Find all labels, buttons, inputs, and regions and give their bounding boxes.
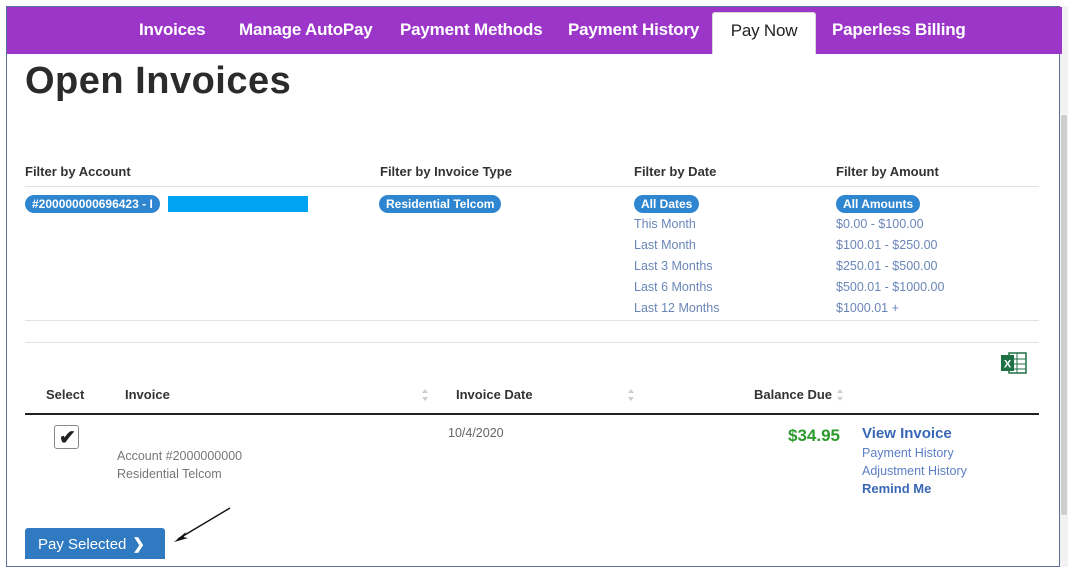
scrollbar-thumb[interactable] [1061, 115, 1067, 515]
redacted-account-name [168, 196, 308, 212]
filter-amount-option[interactable]: $500.01 - $1000.00 [836, 280, 944, 294]
balance-due-amount: $34.95 [788, 426, 840, 445]
tab-payment-methods[interactable]: Payment Methods [400, 7, 543, 54]
annotation-arrow-icon [174, 507, 231, 542]
view-invoice-link[interactable]: View Invoice [862, 425, 952, 442]
filter-divider-top [25, 186, 1039, 187]
sort-icon[interactable] [627, 386, 635, 404]
pay-selected-button[interactable]: Pay Selected ❯ [25, 528, 165, 559]
filter-date-option[interactable]: This Month [634, 217, 696, 231]
filter-date-heading: Filter by Date [634, 164, 717, 179]
tab-payment-history[interactable]: Payment History [568, 7, 699, 54]
filter-amount-option[interactable]: $0.00 - $100.00 [836, 217, 924, 231]
invoice-select-checkbox[interactable]: ✔ [54, 425, 79, 449]
filter-amount-option[interactable]: $250.01 - $500.00 [836, 259, 937, 273]
tab-pay-now[interactable]: Pay Now [712, 12, 816, 54]
sort-icon[interactable] [421, 386, 429, 404]
filter-invoice-type-selected[interactable]: Residential Telcom [379, 195, 502, 213]
remind-me-link[interactable]: Remind Me [862, 481, 931, 496]
filter-account-selected[interactable]: #200000000696423 - I [25, 195, 160, 213]
column-header-invoice-date[interactable]: Invoice Date [456, 387, 533, 402]
svg-text:X: X [1004, 359, 1012, 371]
column-header-balance-due[interactable]: Balance Due [754, 387, 832, 402]
top-navigation: Invoices Manage AutoPay Payment Methods … [7, 7, 1062, 54]
filter-date-option[interactable]: Last 12 Months [634, 301, 719, 315]
filter-date-option[interactable]: Last 6 Months [634, 280, 713, 294]
invoice-account-number: Account #2000000000 [117, 449, 243, 463]
filter-amount-option[interactable]: $100.01 - $250.00 [836, 238, 937, 252]
filter-date-selected[interactable]: All Dates [634, 195, 700, 213]
pay-selected-label: Pay Selected [38, 536, 127, 553]
tab-manage-autopay[interactable]: Manage AutoPay [239, 7, 373, 54]
column-header-select: Select [46, 387, 85, 402]
filter-account-heading: Filter by Account [25, 164, 131, 179]
invoice-date: 10/4/2020 [448, 426, 504, 440]
adjustment-history-link[interactable]: Adjustment History [862, 464, 967, 478]
payment-history-link[interactable]: Payment History [862, 446, 954, 460]
section-divider [25, 342, 1039, 343]
tab-paperless-billing[interactable]: Paperless Billing [832, 7, 966, 54]
page-title: Open Invoices [25, 60, 292, 102]
filter-amount-option[interactable]: $1000.01 + [836, 301, 899, 315]
filter-date-option[interactable]: Last Month [634, 238, 696, 252]
filter-amount-heading: Filter by Amount [836, 164, 939, 179]
excel-icon[interactable]: X [1000, 351, 1027, 375]
check-icon: ✔ [59, 427, 76, 449]
chevron-right-icon: ❯ [132, 536, 145, 553]
tab-invoices[interactable]: Invoices [139, 7, 206, 54]
filter-amount-selected[interactable]: All Amounts [836, 195, 921, 213]
table-header-divider [25, 413, 1039, 415]
column-header-invoice[interactable]: Invoice [125, 387, 170, 402]
filter-date-option[interactable]: Last 3 Months [634, 259, 713, 273]
invoice-type: Residential Telcom [117, 467, 222, 481]
sort-icon[interactable] [836, 386, 844, 404]
filter-divider-bottom [25, 320, 1039, 321]
filter-invoice-type-heading: Filter by Invoice Type [380, 164, 512, 179]
